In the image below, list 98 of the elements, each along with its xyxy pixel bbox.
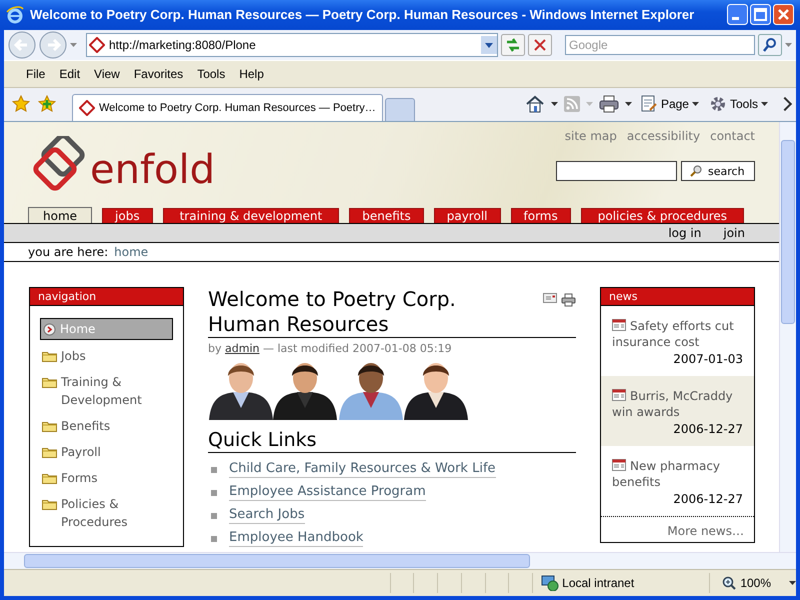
print-icon[interactable]	[561, 293, 576, 308]
page-icon	[640, 95, 658, 114]
dropdown-button[interactable]	[481, 36, 497, 54]
add-favorite-icon[interactable]	[38, 95, 56, 114]
browser-logo-icon	[6, 6, 24, 24]
network-icon	[541, 575, 560, 592]
bullet-icon	[211, 536, 217, 542]
arrow-circle-icon	[43, 323, 56, 336]
news-link[interactable]: Safety efforts cut insurance cost	[612, 318, 743, 350]
section-heading: Quick Links	[208, 428, 576, 454]
byline: by admin — last modified 2007-01-08 05:19	[208, 342, 453, 356]
quick-link[interactable]: Search Jobs	[229, 507, 305, 524]
minimize-button[interactable]	[727, 4, 748, 26]
folder-icon	[42, 420, 57, 432]
nav-tab[interactable]: policies & procedures	[580, 208, 744, 224]
back-button[interactable]	[8, 30, 36, 59]
search-button[interactable]	[758, 34, 782, 56]
dropdown-caret-icon	[761, 102, 768, 106]
nav-tab[interactable]: forms	[510, 208, 571, 224]
site-action-link[interactable]: contact	[710, 129, 755, 144]
folder-icon	[42, 376, 57, 388]
portlet-header: news	[601, 288, 754, 306]
stop-button[interactable]	[528, 34, 552, 56]
menu-item[interactable]: Tools	[195, 66, 228, 82]
address-field[interactable]: http://marketing:8080/Plone	[86, 32, 498, 57]
dropdown-caret-icon[interactable]	[624, 102, 632, 106]
menu-item[interactable]: Edit	[57, 66, 82, 82]
news-icon	[612, 319, 626, 332]
page-title: Welcome to Poetry Corp. Human Resources	[208, 287, 457, 338]
nav-tab[interactable]: payroll	[434, 208, 500, 224]
site-icon	[79, 100, 95, 116]
search-button[interactable]: search	[681, 161, 755, 182]
nav-tab[interactable]: home	[28, 207, 92, 224]
print-icon[interactable]	[598, 95, 619, 114]
menu-item[interactable]: Help	[237, 66, 266, 82]
close-button[interactable]	[773, 4, 794, 26]
breadcrumb-label: you are here:	[28, 245, 108, 260]
bullet-icon	[211, 512, 217, 519]
news-date: 2007-01-03	[672, 352, 743, 366]
personal-link[interactable]: log in	[668, 226, 702, 240]
search-icon	[690, 165, 702, 178]
folder-icon	[42, 350, 57, 362]
bullet-icon	[211, 490, 217, 496]
navigation-item[interactable]: Payroll	[40, 442, 173, 462]
command-button[interactable]: Page	[638, 95, 701, 114]
quick-link[interactable]: Employee Handbook	[229, 530, 364, 548]
maximize-button[interactable]	[750, 4, 771, 26]
navigation-item[interactable]: Forms	[40, 468, 173, 488]
nav-tab[interactable]: jobs	[102, 208, 153, 224]
navigation-item[interactable]: Jobs	[40, 346, 173, 366]
zoom-icon	[722, 576, 736, 590]
news-date: 2006-12-27	[672, 422, 743, 436]
favorites-star-icon[interactable]	[12, 95, 30, 114]
nav-tab[interactable]: training & development	[162, 208, 340, 224]
site-icon	[89, 36, 105, 53]
horizontal-scrollbar[interactable]	[4, 552, 796, 570]
author-link[interactable]: admin	[225, 342, 260, 356]
portlet-header: navigation	[30, 288, 183, 306]
more-news-link[interactable]: More news…	[667, 524, 744, 538]
breadcrumb-link[interactable]: home	[114, 245, 148, 260]
nav-tab[interactable]: benefits	[349, 208, 424, 224]
news-link[interactable]: Burris, McCraddy win awards	[612, 388, 743, 420]
logo-text: enfold	[90, 150, 216, 190]
quick-link[interactable]: Employee Assistance Program	[229, 484, 426, 502]
gear-icon	[708, 95, 727, 114]
menu-item[interactable]: Favorites	[132, 66, 186, 82]
forward-button[interactable]	[39, 30, 67, 59]
site-action-link[interactable]: accessibility	[626, 129, 700, 144]
navigation-item[interactable]: Policies & Procedures	[40, 494, 173, 532]
zoom-control[interactable]: 100%	[710, 576, 796, 590]
navigation-item[interactable]: Benefits	[40, 416, 173, 436]
vertical-scrollbar[interactable]	[779, 122, 796, 552]
navigation-item[interactable]: Training & Development	[40, 372, 173, 410]
site-action-link[interactable]: site map	[564, 129, 617, 144]
browser-tab[interactable]: Welcome to Poetry Corp. Human Resources — Poetry…	[72, 94, 383, 122]
news-date: 2006-12-27	[672, 492, 743, 506]
zone-label: Local intranet	[562, 576, 634, 590]
personal-link[interactable]: join	[723, 226, 745, 240]
dropdown-caret-icon[interactable]	[550, 102, 558, 106]
news-link[interactable]: New pharmacy benefits	[612, 458, 743, 490]
news-icon	[612, 459, 626, 472]
search-field[interactable]	[556, 161, 677, 182]
home-icon[interactable]	[524, 95, 545, 114]
search-field[interactable]: Google	[565, 34, 755, 55]
email-icon[interactable]	[543, 293, 557, 304]
quick-link[interactable]: Child Care, Family Resources & Work Life	[229, 461, 496, 478]
menu-item[interactable]: File	[24, 66, 48, 82]
window-title: Welcome to Poetry Corp. Human Resources — Poetry Corp. Human Resources - Windows Internet Explorer	[30, 7, 696, 22]
bullet-icon	[211, 466, 217, 473]
command-button[interactable]: Tools	[706, 95, 770, 114]
folder-icon	[42, 446, 57, 458]
dropdown-caret-icon	[789, 581, 796, 586]
news-icon	[612, 389, 626, 402]
menu-item[interactable]: View	[92, 66, 122, 82]
folder-icon	[42, 472, 57, 484]
folder-icon	[42, 498, 57, 510]
dropdown-caret-icon	[692, 102, 699, 106]
refresh-button[interactable]	[501, 34, 525, 56]
